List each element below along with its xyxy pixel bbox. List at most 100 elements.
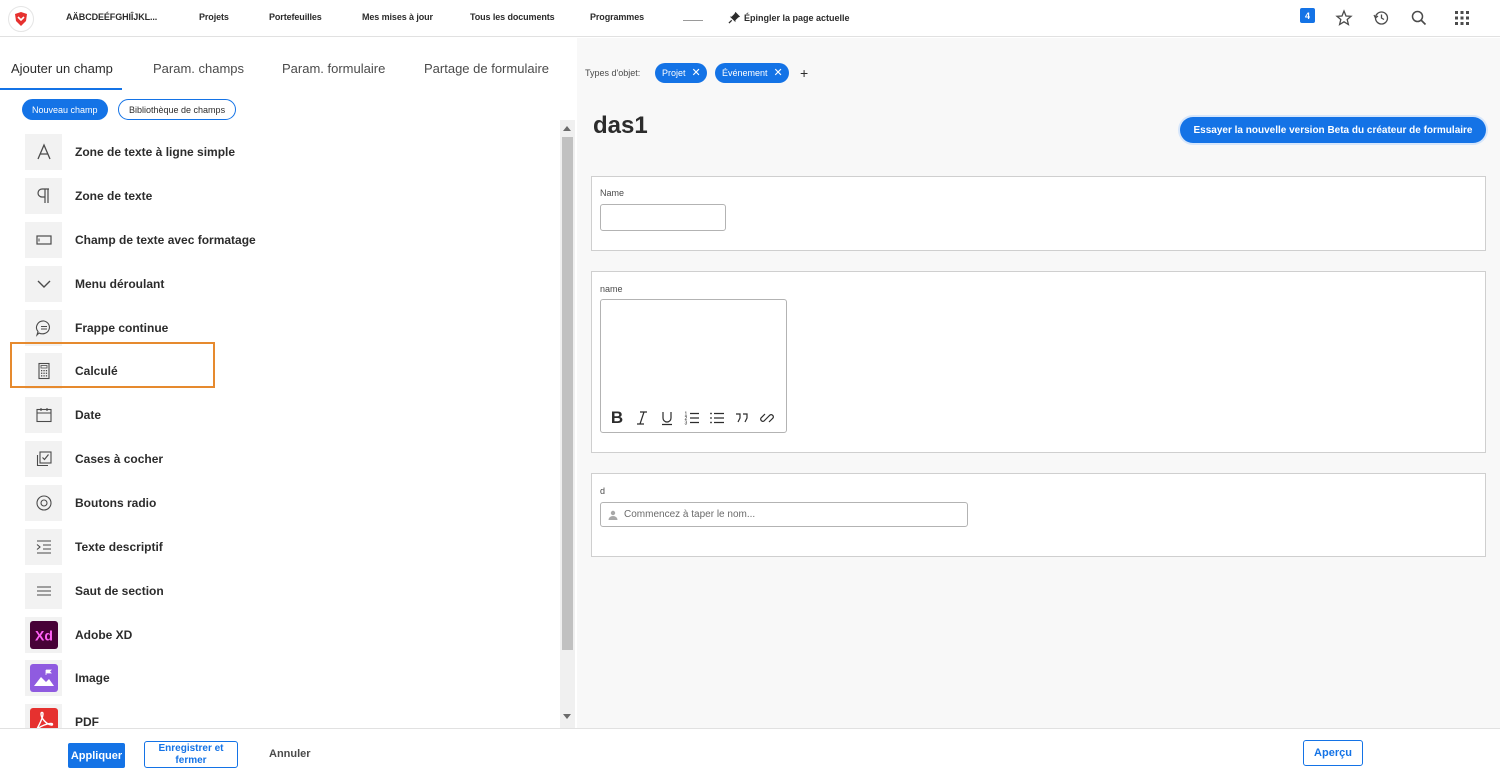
field-type-list: Zone de texte à ligne simple Zone de tex… bbox=[0, 134, 560, 728]
object-types-label: Types d'objet: bbox=[585, 68, 641, 78]
pin-page-button[interactable]: Épingler la page actuelle bbox=[728, 11, 850, 24]
form-field-card[interactable]: name B 123 bbox=[591, 271, 1486, 453]
chip-label: Projet bbox=[662, 68, 686, 78]
field-type-label: PDF bbox=[75, 715, 99, 728]
nav-projets[interactable]: Projets bbox=[199, 12, 229, 22]
field-type-label: Image bbox=[75, 671, 110, 685]
form-title[interactable]: das1 bbox=[593, 112, 648, 140]
object-type-chip-evenement[interactable]: Événement ✕ bbox=[715, 63, 789, 83]
field-type-label: Frappe continue bbox=[75, 321, 169, 335]
field-type-label: Date bbox=[75, 408, 102, 422]
field-type-descriptive-text[interactable]: Texte descriptif bbox=[25, 529, 163, 565]
form-field-label: name bbox=[600, 284, 623, 294]
field-type-label: Zone de texte bbox=[75, 189, 153, 203]
text-indent-icon bbox=[25, 529, 62, 565]
field-type-single-line-text[interactable]: Zone de texte à ligne simple bbox=[25, 134, 235, 170]
field-library-button[interactable]: Bibliothèque de champs bbox=[118, 99, 237, 120]
field-type-rich-text[interactable]: Champ de texte avec formatage bbox=[25, 222, 256, 258]
active-tab-indicator bbox=[0, 88, 122, 90]
form-field-card[interactable]: d Commencez à taper le nom... bbox=[591, 473, 1486, 557]
scroll-up-arrow-icon[interactable] bbox=[563, 126, 571, 131]
field-type-radio[interactable]: Boutons radio bbox=[25, 485, 156, 521]
object-type-chip-projet[interactable]: Projet ✕ bbox=[655, 63, 707, 83]
radio-icon bbox=[25, 485, 62, 521]
rich-text-editor[interactable]: B 123 bbox=[600, 299, 787, 433]
underline-icon[interactable] bbox=[659, 410, 675, 426]
field-type-paragraph[interactable]: Zone de texte bbox=[25, 178, 152, 214]
pdf-icon bbox=[25, 704, 62, 728]
user-typeahead-input[interactable]: Commencez à taper le nom... bbox=[600, 502, 968, 527]
field-type-label: Menu déroulant bbox=[75, 277, 165, 291]
apps-grid-icon[interactable] bbox=[1453, 9, 1471, 27]
field-list-scrollbar[interactable] bbox=[560, 120, 575, 728]
tab-ajouter-un-champ[interactable]: Ajouter un champ bbox=[11, 61, 113, 76]
cancel-button[interactable]: Annuler bbox=[269, 748, 311, 760]
highlight-frame bbox=[10, 342, 215, 388]
nav-mes-mises-a-jour[interactable]: Mes mises à jour bbox=[362, 12, 433, 22]
scroll-down-arrow-icon[interactable] bbox=[563, 714, 571, 719]
form-field-label: d bbox=[600, 486, 606, 496]
adobe-xd-icon: Xd bbox=[25, 617, 62, 653]
field-type-typeahead[interactable]: Frappe continue bbox=[25, 310, 168, 346]
quote-icon[interactable] bbox=[734, 410, 750, 426]
tab-param-champs[interactable]: Param. champs bbox=[153, 61, 244, 76]
field-type-date[interactable]: Date bbox=[25, 397, 101, 433]
checkbox-icon bbox=[25, 441, 62, 477]
field-type-label: Champ de texte avec formatage bbox=[75, 233, 256, 247]
remove-chip-icon[interactable]: ✕ bbox=[774, 67, 783, 79]
tab-param-formulaire[interactable]: Param. formulaire bbox=[282, 61, 385, 76]
history-icon[interactable] bbox=[1372, 9, 1390, 27]
field-type-label: Zone de texte à ligne simple bbox=[75, 145, 236, 159]
scrollbar-thumb[interactable] bbox=[562, 137, 573, 650]
image-icon bbox=[25, 660, 62, 696]
field-type-label: Adobe XD bbox=[75, 628, 133, 642]
svg-text:Xd: Xd bbox=[35, 628, 53, 644]
nav-tous-les-documents[interactable]: Tous les documents bbox=[470, 12, 555, 22]
person-icon bbox=[608, 510, 618, 520]
numbered-list-icon[interactable]: 123 bbox=[684, 410, 700, 426]
rich-text-toolbar: B 123 bbox=[609, 408, 775, 427]
field-type-dropdown[interactable]: Menu déroulant bbox=[25, 266, 164, 302]
bottom-action-bar: Appliquer Enregistrer et fermer Annuler … bbox=[0, 728, 1500, 777]
top-navigation: AÄBCDEÉFGHIÎJKL... Projets Portefeuilles… bbox=[0, 0, 1500, 37]
pin-icon bbox=[728, 11, 741, 24]
italic-icon[interactable] bbox=[634, 410, 650, 426]
field-type-checkboxes[interactable]: Cases à cocher bbox=[25, 441, 163, 477]
apply-button[interactable]: Appliquer bbox=[68, 743, 125, 768]
form-field-card[interactable]: Name bbox=[591, 176, 1486, 251]
save-and-close-button[interactable]: Enregistrer et fermer bbox=[144, 741, 238, 768]
typeahead-placeholder: Commencez à taper le nom... bbox=[624, 509, 756, 520]
text-input-field[interactable] bbox=[600, 204, 726, 231]
field-type-pdf[interactable]: PDF bbox=[25, 704, 99, 728]
app-label[interactable]: AÄBCDEÉFGHIÎJKL... bbox=[66, 12, 157, 22]
section-break-icon bbox=[25, 573, 62, 609]
search-icon[interactable] bbox=[1410, 9, 1428, 27]
field-type-section-break[interactable]: Saut de section bbox=[25, 573, 164, 609]
preview-button[interactable]: Aperçu bbox=[1303, 740, 1363, 766]
field-type-image[interactable]: Image bbox=[25, 660, 110, 696]
left-panel: Ajouter un champ Param. champs Param. fo… bbox=[0, 38, 577, 728]
pin-label: Épingler la page actuelle bbox=[744, 12, 850, 23]
logo-icon[interactable] bbox=[8, 6, 34, 32]
star-icon[interactable] bbox=[1335, 9, 1353, 27]
notification-badge[interactable]: 4 bbox=[1300, 8, 1315, 23]
field-type-label: Saut de section bbox=[75, 584, 164, 598]
tab-partage-de-formulaire[interactable]: Partage de formulaire bbox=[424, 61, 549, 76]
speech-bubble-icon bbox=[25, 310, 62, 346]
bullet-list-icon[interactable] bbox=[709, 410, 725, 426]
field-type-label: Boutons radio bbox=[75, 496, 157, 510]
field-type-label: Cases à cocher bbox=[75, 452, 164, 466]
remove-chip-icon[interactable]: ✕ bbox=[692, 67, 701, 79]
link-icon[interactable] bbox=[759, 410, 775, 426]
bold-icon[interactable]: B bbox=[609, 408, 625, 427]
add-object-type-icon[interactable]: + bbox=[800, 65, 808, 81]
chip-label: Événement bbox=[722, 68, 768, 78]
nav-programmes[interactable]: Programmes bbox=[590, 12, 644, 22]
nav-portefeuilles[interactable]: Portefeuilles bbox=[269, 12, 322, 22]
try-beta-button[interactable]: Essayer la nouvelle version Beta du créa… bbox=[1180, 117, 1486, 143]
rectangle-icon bbox=[25, 222, 62, 258]
field-type-label: Texte descriptif bbox=[75, 540, 163, 554]
field-type-adobe-xd[interactable]: Xd Adobe XD bbox=[25, 617, 132, 653]
new-field-button[interactable]: Nouveau champ bbox=[22, 99, 108, 120]
form-preview-panel: Types d'objet: Projet ✕ Événement ✕ + da… bbox=[577, 38, 1500, 728]
